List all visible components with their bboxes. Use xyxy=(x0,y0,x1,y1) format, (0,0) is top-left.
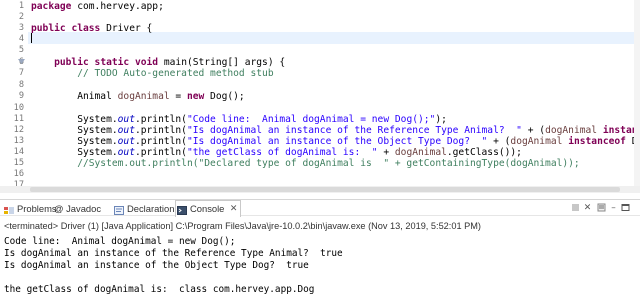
terminate-icon[interactable] xyxy=(570,203,581,214)
tab-problems[interactable]: Problems xyxy=(3,201,57,216)
tab-javadoc[interactable]: @ Javadoc xyxy=(52,201,101,216)
code-line[interactable]: package com.hervey.app; xyxy=(31,1,164,13)
line-number: 10 xyxy=(13,103,24,113)
code-comment-line[interactable]: // TODO Auto-generated method stub xyxy=(31,68,273,80)
override-marker-icon[interactable] xyxy=(17,57,26,66)
editor-horizontal-scrollbar[interactable] xyxy=(0,186,640,193)
console-view[interactable]: <terminated> Driver (1) [Java Applicatio… xyxy=(0,217,640,301)
line-number: 9 xyxy=(18,91,24,101)
line-number: 11 xyxy=(13,114,24,124)
line-number: 16 xyxy=(13,169,24,179)
tab-console[interactable]: Console ✕ xyxy=(175,200,242,217)
line-number: 3 xyxy=(18,23,24,33)
problems-icon xyxy=(4,204,14,214)
line-number: 2 xyxy=(18,12,24,22)
declaration-icon xyxy=(114,204,124,215)
scroll-lock-icon[interactable] xyxy=(596,203,607,214)
code-editor[interactable]: 1 2 3 4 5 6 7 8 9 10 11 12 13 14 15 16 1… xyxy=(0,0,640,193)
console-output-line: Code line: Animal dogAnimal = new Dog(); xyxy=(4,236,236,247)
console-output-line: the getClass of dogAnimal is: class com.… xyxy=(4,284,315,295)
code-line[interactable]: Animal dogAnimal = new Dog(); xyxy=(31,91,245,103)
tab-label: Console xyxy=(190,203,225,214)
remove-launch-icon[interactable]: ✕ xyxy=(582,203,593,214)
line-number: 8 xyxy=(18,80,24,90)
scrollbar-thumb[interactable] xyxy=(30,187,620,192)
line-number: 7 xyxy=(18,68,24,78)
line-number: 14 xyxy=(13,147,24,157)
console-output-line: Is dogAnimal an instance of the Object T… xyxy=(4,260,309,271)
close-icon[interactable]: ✕ xyxy=(230,201,238,216)
console-process-label: <terminated> Driver (1) [Java Applicatio… xyxy=(4,221,481,231)
code-line[interactable]: public class Driver { xyxy=(31,23,152,35)
minimize-icon[interactable]: – xyxy=(608,203,619,214)
code-comment-line[interactable]: //System.out.println("Declared type of d… xyxy=(31,158,580,170)
views-tab-bar: Problems @ Javadoc Declaration Console ✕… xyxy=(0,199,640,217)
line-number: 13 xyxy=(13,136,24,146)
line-number: 12 xyxy=(13,125,24,135)
maximize-icon[interactable] xyxy=(620,203,631,214)
line-number: 1 xyxy=(18,1,24,11)
console-output-line: Is dogAnimal an instance of the Referenc… xyxy=(4,248,343,259)
editor-vertical-scrollbar[interactable] xyxy=(634,0,640,193)
tab-label: Problems xyxy=(17,203,57,214)
text-caret xyxy=(31,33,32,43)
line-number: 4 xyxy=(18,34,24,44)
tab-declaration[interactable]: Declaration xyxy=(113,201,174,216)
console-icon xyxy=(177,204,187,215)
line-number: 15 xyxy=(13,158,24,168)
tab-label: @ Javadoc xyxy=(54,203,102,214)
tab-label: Declaration xyxy=(127,203,175,214)
line-number: 5 xyxy=(18,45,24,55)
